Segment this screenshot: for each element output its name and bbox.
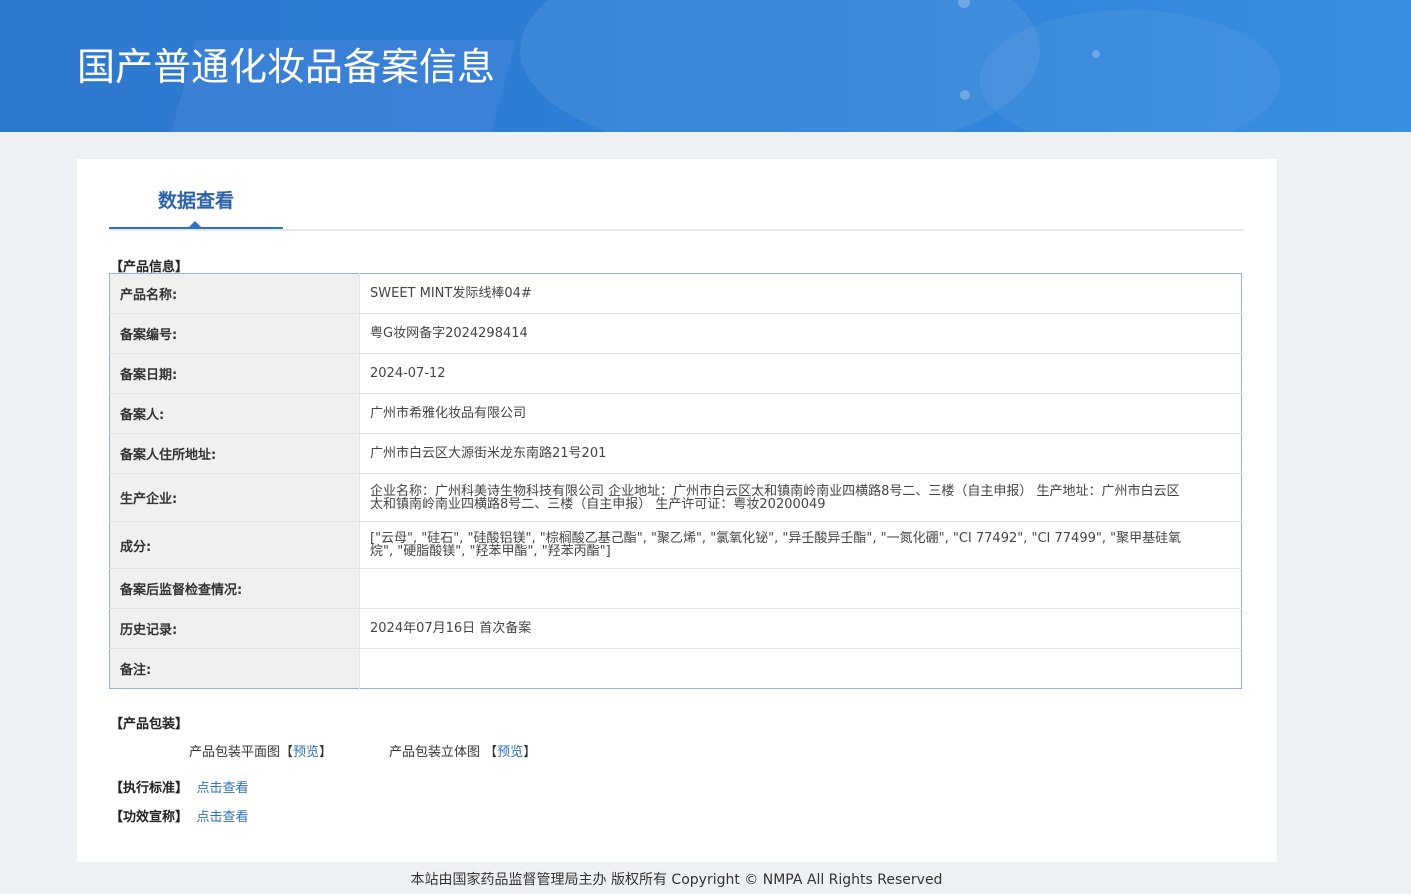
packaging-section-label: 【产品包装】: [110, 717, 189, 732]
field-key-filer-address: 备案人住所地址:: [109, 433, 360, 474]
table-row: 备案日期: 2024-07-12: [109, 353, 1242, 394]
field-key-filing-number: 备案编号:: [109, 313, 360, 354]
packaging-flat-preview-link[interactable]: 预览: [293, 745, 319, 760]
field-key-manufacturer: 生产企业:: [109, 473, 360, 522]
tab-bar: 数据查看: [109, 159, 1244, 231]
field-key-product-name: 产品名称:: [109, 273, 360, 314]
efficacy-section: 【功效宣称】 点击查看: [110, 806, 249, 825]
field-value-filing-date: 2024-07-12: [359, 353, 1242, 394]
field-value-ingredients: ["云母", "硅石", "硅酸铝镁", "棕榈酸乙基己酯", "聚乙烯", "…: [359, 521, 1242, 569]
standard-section-label: 【执行标准】: [110, 781, 189, 796]
field-value-manufacturer: 企业名称：广州科美诗生物科技有限公司 企业地址：广州市白云区太和镇南岭南业四横路…: [359, 473, 1242, 522]
table-row: 备案人住所地址: 广州市白云区大源街米龙东南路21号201: [109, 433, 1242, 474]
header-decoration-dot: [960, 90, 970, 100]
header-decoration-dot: [1092, 50, 1100, 58]
standard-section: 【执行标准】 点击查看: [110, 777, 249, 796]
table-row: 历史记录: 2024年07月16日 首次备案: [109, 608, 1242, 649]
page-title: 国产普通化妆品备案信息: [77, 45, 496, 89]
bracket-close: 】: [319, 745, 333, 760]
field-value-filer: 广州市希雅化妆品有限公司: [359, 393, 1242, 434]
bracket-close: 】: [523, 745, 537, 760]
table-row: 产品名称: SWEET MINT发际线棒04#: [109, 273, 1242, 314]
efficacy-view-link[interactable]: 点击查看: [197, 810, 249, 825]
tab-label: 数据查看: [157, 190, 234, 212]
tab-data-view[interactable]: 数据查看: [109, 159, 283, 229]
table-row: 生产企业: 企业名称：广州科美诗生物科技有限公司 企业地址：广州市白云区太和镇南…: [109, 473, 1242, 522]
table-row: 备注:: [109, 648, 1242, 689]
field-key-filing-date: 备案日期:: [109, 353, 360, 394]
field-value-remarks: [360, 649, 1242, 689]
header-decoration: [520, 0, 1040, 132]
table-row: 备案人: 广州市希雅化妆品有限公司: [109, 393, 1242, 434]
table-row: 成分: ["云母", "硅石", "硅酸铝镁", "棕榈酸乙基己酯", "聚乙烯…: [109, 521, 1242, 569]
product-info-table: 产品名称: SWEET MINT发际线棒04# 备案编号: 粤G妆网备字2024…: [109, 273, 1242, 689]
field-key-remarks: 备注:: [109, 648, 360, 689]
field-value-history: 2024年07月16日 首次备案: [359, 608, 1242, 649]
field-key-post-filing-inspection: 备案后监督检查情况:: [109, 568, 360, 609]
field-key-ingredients: 成分:: [109, 521, 360, 569]
packaging-flat-item: 产品包装平面图【预览】: [189, 741, 332, 760]
packaging-stereo-label: 产品包装立体图: [389, 745, 481, 760]
packaging-stereo-preview-link[interactable]: 预览: [497, 745, 523, 760]
table-row: 备案编号: 粤G妆网备字2024298414: [109, 313, 1242, 354]
field-value-post-filing-inspection: [359, 568, 1242, 609]
field-value-filer-address: 广州市白云区大源街米龙东南路21号201: [359, 433, 1242, 474]
standard-view-link[interactable]: 点击查看: [197, 781, 249, 796]
field-key-history: 历史记录:: [109, 608, 360, 649]
field-key-filer: 备案人:: [109, 393, 360, 434]
page-footer: 本站由国家药品监督管理局主办 版权所有 Copyright © NMPA All…: [0, 869, 1411, 889]
bracket-open: 【: [280, 745, 294, 760]
active-tab-caret-icon: [189, 221, 201, 227]
bracket-open: 【: [484, 745, 498, 760]
page-header: 国产普通化妆品备案信息: [0, 0, 1411, 132]
field-value-filing-number: 粤G妆网备字2024298414: [359, 313, 1242, 354]
packaging-stereo-item: 产品包装立体图 【预览】: [389, 741, 536, 760]
efficacy-section-label: 【功效宣称】: [110, 810, 189, 825]
table-row: 备案后监督检查情况:: [109, 568, 1242, 609]
field-value-product-name: SWEET MINT发际线棒04#: [359, 273, 1242, 314]
packaging-flat-label: 产品包装平面图: [189, 745, 281, 760]
content-panel: 数据查看 【产品信息】 产品名称: SWEET MINT发际线棒04# 备案编号…: [77, 159, 1277, 862]
footer-copyright: 本站由国家药品监督管理局主办 版权所有 Copyright © NMPA All…: [410, 872, 943, 888]
